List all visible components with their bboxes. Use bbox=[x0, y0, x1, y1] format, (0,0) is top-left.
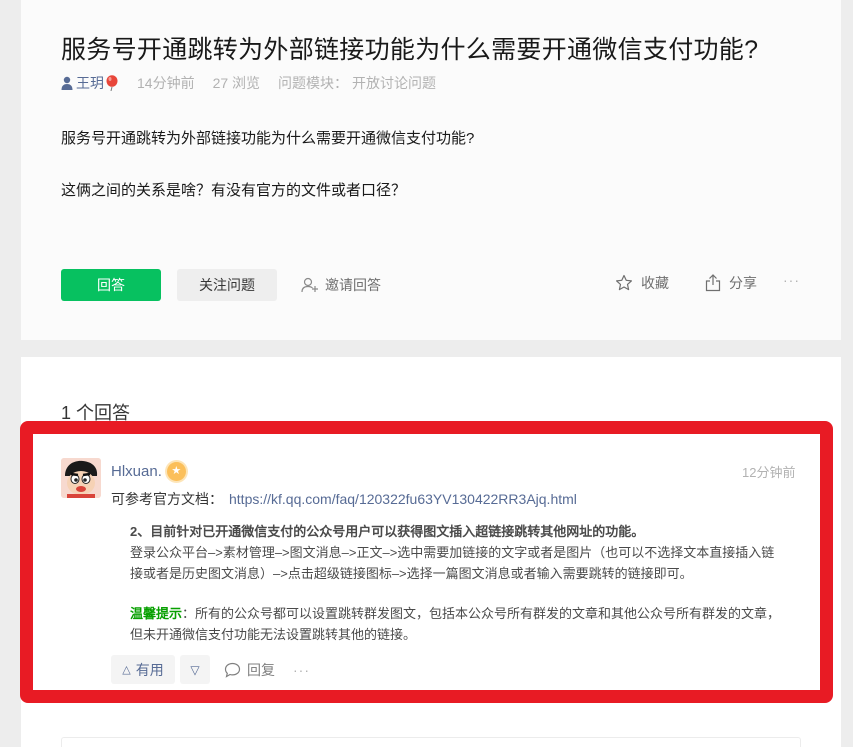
question-views: 27 浏览 bbox=[212, 75, 261, 91]
question-time: 14分钟前 bbox=[137, 75, 195, 91]
avatar[interactable] bbox=[61, 458, 101, 498]
question-body-line: 这俩之间的关系是啥？有没有官方的文件或者口径？ bbox=[61, 182, 407, 199]
answers-card: 1 个回答 Hlxuan. 12分钟前 可参考官方文档：https://kf.q… bbox=[20, 357, 841, 747]
question-card: 服务号开通跳转为外部链接功能为什么需要开通微信支付功能? 王玥 14分钟前 27… bbox=[21, 0, 841, 340]
upvote-triangle-icon: △ bbox=[122, 664, 131, 676]
comment-icon bbox=[224, 662, 241, 678]
balloon-icon bbox=[106, 75, 118, 91]
reference-link[interactable]: https://kf.qq.com/faq/120322fu63YV130422… bbox=[229, 491, 577, 507]
question-title: 服务号开通跳转为外部链接功能为什么需要开通微信支付功能? bbox=[61, 36, 759, 64]
question-body: 服务号开通跳转为外部链接功能为什么需要开通微信支付功能? 这俩之间的关系是啥？有… bbox=[61, 128, 474, 232]
answer-more-button[interactable]: ··· bbox=[293, 662, 310, 678]
answer-reference: 可参考官方文档： https://kf.qq.com/faq/120322fu63… bbox=[111, 489, 577, 509]
favorite-button[interactable]: 收藏 bbox=[615, 273, 669, 293]
question-body-line: 服务号开通跳转为外部链接功能为什么需要开通微信支付功能? bbox=[61, 130, 475, 147]
quote-heading: 2、目前针对已开通微信支付的公众号用户可以获得图文插入超链接跳转其他网址的功能。 bbox=[130, 524, 645, 539]
answer-author-name: Hlxuan. bbox=[111, 463, 162, 480]
answer-quote-image: 2、目前针对已开通微信支付的公众号用户可以获得图文插入超链接跳转其他网址的功能。… bbox=[130, 521, 810, 645]
module-label: 问题模块： bbox=[278, 75, 349, 91]
tip-text: ：所有的公众号都可以设置跳转群发图文，包括本公众号所有群发的文章和其他公众号所有… bbox=[182, 606, 781, 621]
answer-author[interactable]: Hlxuan. bbox=[111, 462, 186, 481]
tip-label: 温馨提示 bbox=[130, 606, 183, 621]
reply-label: 回复 bbox=[247, 661, 275, 678]
answer-actions: △ 有用 ▽ 回复 ··· bbox=[111, 655, 310, 684]
downvote-triangle-icon: ▽ bbox=[190, 662, 200, 677]
module-link[interactable]: 开放讨论问题 bbox=[352, 73, 436, 93]
tip-text-line2: 但未开通微信支付功能无法设置跳转其他的链接。 bbox=[130, 627, 417, 642]
useful-label: 有用 bbox=[135, 661, 164, 678]
star-icon bbox=[616, 274, 632, 291]
invite-user-icon bbox=[301, 277, 318, 293]
author-name: 王玥 bbox=[76, 75, 104, 91]
question-meta: 王玥 14分钟前 27 浏览 问题模块： 开放讨论问题 bbox=[61, 73, 436, 93]
share-icon bbox=[705, 274, 721, 292]
share-button[interactable]: 分享 bbox=[705, 273, 757, 293]
reply-button[interactable]: 回复 bbox=[224, 660, 275, 680]
invite-label: 邀请回答 bbox=[325, 277, 381, 293]
quote-line: 接或者是历史图文消息）–>点击超级链接图标–>选择一篇图文消息或者输入需要跳转的… bbox=[130, 566, 693, 581]
user-icon bbox=[61, 76, 73, 90]
invite-answer-button[interactable]: 邀请回答 bbox=[301, 275, 381, 295]
share-label: 分享 bbox=[729, 275, 757, 291]
answer-button[interactable]: 回答 bbox=[61, 269, 161, 301]
cartoon-avatar-icon bbox=[61, 458, 101, 498]
comment-input-box[interactable] bbox=[61, 737, 801, 747]
star-badge-icon bbox=[166, 462, 186, 481]
more-options-button[interactable]: ··· bbox=[783, 272, 800, 288]
favorite-label: 收藏 bbox=[641, 275, 669, 291]
useful-button[interactable]: △ 有用 bbox=[111, 655, 175, 684]
author-link[interactable]: 王玥 bbox=[61, 73, 119, 93]
reference-label: 可参考官方文档： bbox=[111, 491, 223, 507]
quote-line: 登录公众平台–>素材管理–>图文消息–>正文–>选中需要加链接的文字或者是图片（… bbox=[130, 545, 775, 560]
downvote-button[interactable]: ▽ bbox=[180, 655, 210, 684]
follow-question-button[interactable]: 关注问题 bbox=[177, 269, 277, 301]
answer-time: 12分钟前 bbox=[742, 465, 796, 480]
